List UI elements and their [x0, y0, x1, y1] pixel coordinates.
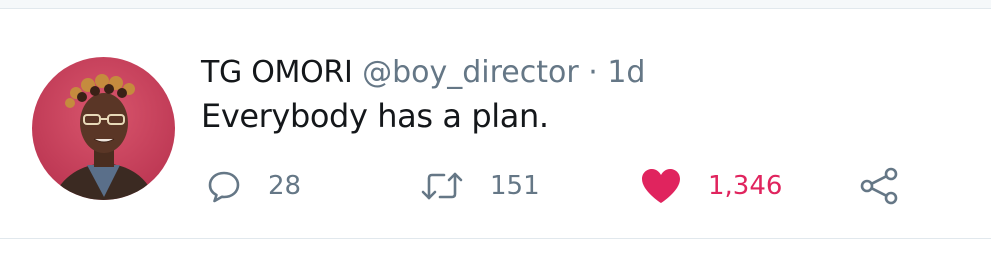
- tweet-text: Everybody has a plan.: [201, 97, 549, 135]
- heart-icon: [642, 169, 680, 203]
- tweet-header: TG OMORI @boy_director · 1d: [201, 53, 645, 93]
- bottom-divider: [0, 238, 991, 239]
- reply-bubble-icon: [208, 171, 240, 203]
- share-button[interactable]: [858, 166, 902, 206]
- share-icon: [860, 167, 898, 205]
- avatar-image: [32, 57, 175, 200]
- like-button[interactable]: 1,346: [640, 166, 782, 206]
- retweet-icon: [421, 172, 463, 200]
- avatar[interactable]: [32, 57, 175, 200]
- top-divider: [0, 0, 991, 9]
- separator-dot: ·: [588, 55, 598, 90]
- retweet-button[interactable]: 151: [420, 166, 540, 206]
- display-name[interactable]: TG OMORI: [201, 55, 353, 90]
- user-handle[interactable]: @boy_director: [362, 55, 579, 90]
- tweet-page: TG OMORI @boy_director · 1d Everybody ha…: [0, 0, 991, 268]
- reply-count: 28: [268, 171, 302, 201]
- retweet-count: 151: [490, 171, 540, 201]
- like-count: 1,346: [708, 171, 783, 201]
- tweet-timestamp[interactable]: 1d: [607, 55, 645, 90]
- reply-button[interactable]: 28: [206, 166, 301, 206]
